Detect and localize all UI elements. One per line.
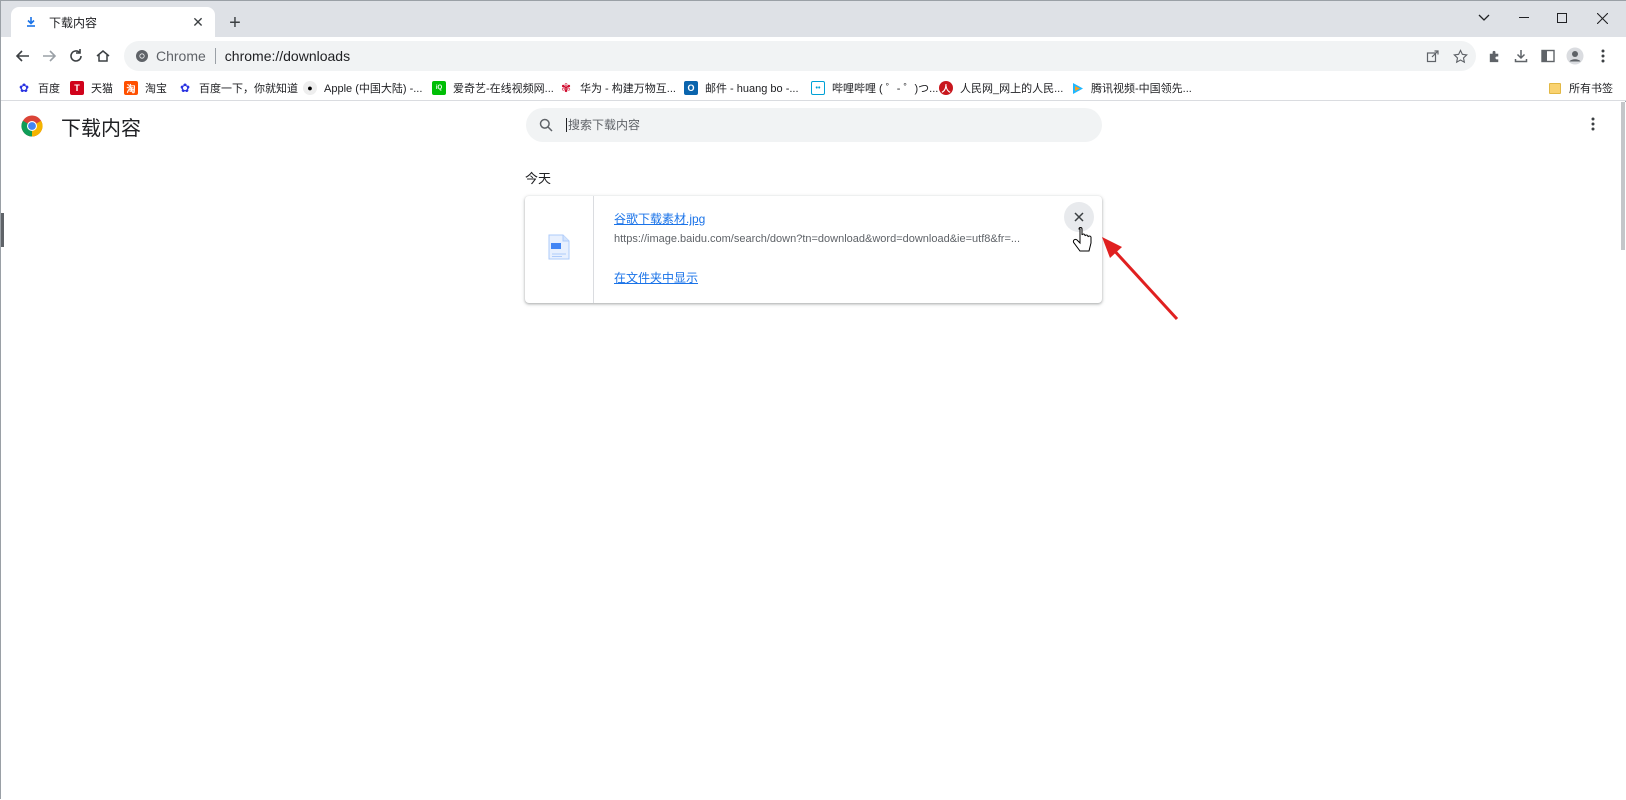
bookmark-people-daily[interactable]: 人 人民网_网上的人民... <box>939 78 1063 98</box>
url-text[interactable]: chrome://downloads <box>225 48 350 64</box>
all-bookmarks-label: 所有书签 <box>1569 83 1613 95</box>
outlook-icon: O <box>684 81 698 95</box>
folder-icon <box>1549 82 1561 94</box>
bookmark-tmall[interactable]: T 天猫 <box>70 78 113 98</box>
chrome-logo-icon <box>21 115 43 137</box>
apple-icon: ● <box>303 81 317 95</box>
download-source-url: https://image.baidu.com/search/down?tn=d… <box>614 233 1021 245</box>
scrollbar-edge[interactable] <box>1621 102 1625 250</box>
bookmark-star-icon[interactable] <box>1448 44 1472 68</box>
tab-strip: 下载内容 ✕ + <box>1 1 1626 37</box>
share-icon[interactable] <box>1421 44 1445 68</box>
back-button[interactable] <box>9 42 37 70</box>
bookmark-label: Apple (中国大陆) -... <box>324 83 423 95</box>
bookmark-baidu[interactable]: ✿ 百度 <box>17 78 60 98</box>
site-name: Chrome <box>156 48 206 64</box>
bilibili-icon: •• <box>811 81 825 95</box>
bookmark-label: 人民网_网上的人民... <box>960 83 1064 95</box>
downloads-search[interactable] <box>526 108 1102 142</box>
downloads-page: 下载内容 今天 谷歌下载素材.jpg <box>1 102 1626 800</box>
close-window-button[interactable] <box>1583 5 1621 31</box>
bookmark-label: 百度 <box>38 83 60 95</box>
maximize-button[interactable] <box>1543 5 1581 31</box>
bookmarks-bar: ✿ 百度 T 天猫 淘 淘宝 ✿ 百度一下，你就知道 ● Apple (中国大陆… <box>1 75 1626 101</box>
toolbar: Chrome chrome://downloads <box>1 37 1626 75</box>
tencent-video-icon <box>1070 81 1084 95</box>
tmall-icon: T <box>70 81 84 95</box>
search-icon <box>538 117 554 133</box>
bookmark-bilibili[interactable]: •• 哔哩哔哩 ( ゜- ゜)つ... <box>811 78 938 98</box>
bookmark-apple[interactable]: ● Apple (中国大陆) -... <box>303 78 422 98</box>
side-panel-icon[interactable] <box>1536 44 1560 68</box>
all-bookmarks-folder[interactable]: 所有书签 <box>1549 78 1613 98</box>
bookmark-huawei[interactable]: ✾ 华为 - 构建万物互... <box>559 78 676 98</box>
huawei-icon: ✾ <box>560 81 572 95</box>
bookmark-label: 淘宝 <box>145 83 167 95</box>
search-input[interactable] <box>566 118 1066 132</box>
downloads-toolbar-icon[interactable] <box>1509 44 1533 68</box>
reload-button[interactable] <box>62 42 90 70</box>
downloaded-file-link[interactable]: 谷歌下载素材.jpg <box>614 210 705 227</box>
download-icon <box>23 14 39 30</box>
new-tab-button[interactable]: + <box>223 11 247 35</box>
chrome-icon <box>134 48 150 64</box>
chrome-menu-icon[interactable] <box>1591 44 1615 68</box>
tab-search-chevron-icon[interactable] <box>1465 5 1503 31</box>
remove-download-button[interactable] <box>1064 202 1094 232</box>
image-file-icon <box>548 234 570 265</box>
bookmark-label: 腾讯视频-中国领先... <box>1091 83 1192 95</box>
bookmark-outlook[interactable]: O 邮件 - huang bo -... <box>684 78 799 98</box>
bookmark-tencent-video[interactable]: 腾讯视频-中国领先... <box>1070 78 1192 98</box>
baidu-paw-icon: ✿ <box>179 81 191 95</box>
file-icon-column <box>525 196 594 303</box>
bookmark-label: 华为 - 构建万物互... <box>580 83 676 95</box>
bookmark-taobao[interactable]: 淘 淘宝 <box>124 78 167 98</box>
home-button[interactable] <box>89 42 117 70</box>
bookmark-label: 百度一下，你就知道 <box>199 83 298 95</box>
show-in-folder-link[interactable]: 在文件夹中显示 <box>614 269 698 286</box>
tab-downloads[interactable]: 下载内容 ✕ <box>11 7 215 37</box>
more-actions-icon[interactable] <box>1581 112 1605 136</box>
extensions-icon[interactable] <box>1482 44 1506 68</box>
taobao-icon: 淘 <box>124 81 138 95</box>
left-edge-marker <box>1 213 4 247</box>
profile-avatar-icon[interactable] <box>1563 44 1587 68</box>
minimize-button[interactable] <box>1505 5 1543 31</box>
address-bar[interactable]: Chrome chrome://downloads <box>124 41 1476 71</box>
date-group-label: 今天 <box>525 171 552 186</box>
iqiyi-icon: iQ <box>432 81 446 95</box>
page-title: 下载内容 <box>61 118 141 140</box>
people-daily-icon: 人 <box>939 81 953 95</box>
bookmark-label: 爱奇艺-在线视频网... <box>453 83 554 95</box>
bookmark-baidu-search[interactable]: ✿ 百度一下，你就知道 <box>178 78 298 98</box>
close-icon <box>1074 209 1084 226</box>
bookmark-label: 邮件 - huang bo -... <box>705 83 799 95</box>
bookmark-iqiyi[interactable]: iQ 爱奇艺-在线视频网... <box>432 78 554 98</box>
tab-close-icon[interactable]: ✕ <box>189 13 207 31</box>
address-separator <box>214 48 216 64</box>
bookmark-label: 哔哩哔哩 ( ゜- ゜)つ... <box>832 83 939 95</box>
forward-button[interactable] <box>35 42 63 70</box>
baidu-paw-icon: ✿ <box>18 81 30 95</box>
download-item: 谷歌下载素材.jpg https://image.baidu.com/searc… <box>525 196 1102 303</box>
tab-title: 下载内容 <box>49 15 98 30</box>
bookmark-label: 天猫 <box>91 83 113 95</box>
browser-window: 下载内容 ✕ + Chrome chrome://downloads ✿ 百度 … <box>0 0 1626 800</box>
